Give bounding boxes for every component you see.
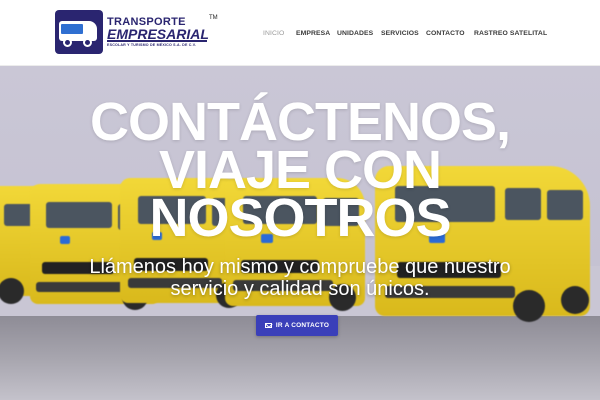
hero-subtitle-line-2: servicio y calidad son únicos. [170,278,430,300]
nav-item-contacto[interactable]: CONTACTO [426,30,465,37]
nav-item-empresa[interactable]: EMPRESA [296,30,330,37]
hero-subtitle-line-1: Llámenos hoy mismo y compruebe que nuest… [89,256,511,278]
hero-title-line-3: NOSOTROS [149,188,451,248]
trademark-mark: TM [209,15,218,21]
brand-line-3: ESCOLAR Y TURISMO DE MÉXICO S.A. DE C.V. [107,43,197,47]
van-logo-icon [55,10,103,54]
nav-item-servicios[interactable]: SERVICIOS [381,30,419,37]
brand-divider [107,40,207,42]
contact-cta-label: IR A CONTACTO [275,322,330,329]
site-header: TRANSPORTE EMPRESARIAL ESCOLAR Y TURISMO… [0,0,600,66]
hero-subtitle: Llámenos hoy mismo y compruebe que nuest… [0,256,600,300]
nav-item-unidades[interactable]: UNIDADES [337,30,373,37]
contact-cta-button[interactable]: IR A CONTACTO [256,315,338,336]
brand-logo[interactable]: TRANSPORTE EMPRESARIAL ESCOLAR Y TURISMO… [55,10,220,55]
nav-item-inicio[interactable]: INICIO [263,30,284,37]
hero-banner: CONTÁCTENOS, VIAJE CON NOSOTROS Llámenos… [0,66,600,400]
hero-title: CONTÁCTENOS, VIAJE CON NOSOTROS [0,95,600,245]
mail-icon [264,323,272,328]
nav-item-rastreo-satelital[interactable]: RASTREO SATELITAL [474,30,547,37]
